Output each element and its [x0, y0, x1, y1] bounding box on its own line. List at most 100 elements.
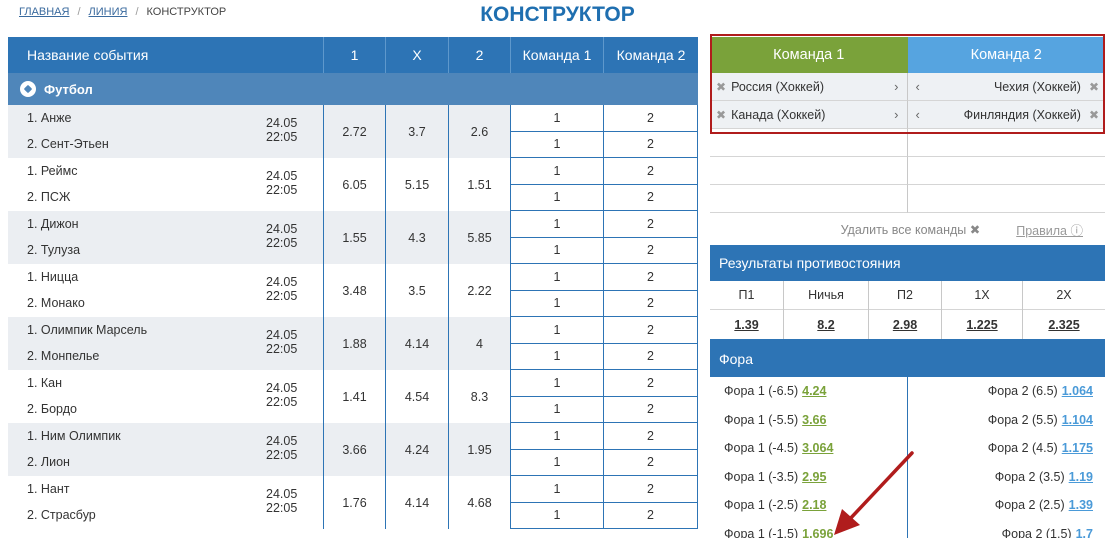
odds-draw[interactable]: 3.7 — [386, 105, 449, 158]
fora-odds-link[interactable]: 1.39 — [1069, 498, 1093, 512]
odds-draw[interactable]: 4.14 — [386, 476, 449, 529]
odds-win1[interactable]: 1.41 — [324, 370, 386, 423]
add-team-a-to-team1-button[interactable]: 1 — [511, 317, 604, 344]
add-team-a-to-team2-button[interactable]: 2 — [604, 370, 698, 397]
fora-odds-link[interactable]: 1.19 — [1069, 470, 1093, 484]
fora-odds-link[interactable]: 2.18 — [802, 498, 826, 512]
remove-icon[interactable]: ✖ — [1089, 80, 1099, 94]
fora-odds-link[interactable]: 1.064 — [1062, 384, 1093, 398]
add-team-a-to-team1-button[interactable]: 1 — [511, 370, 604, 397]
odds-win2[interactable]: 4.68 — [449, 476, 511, 529]
add-team-b-to-team2-button[interactable]: 2 — [604, 502, 698, 529]
add-team-b-to-team2-button[interactable]: 2 — [604, 449, 698, 476]
add-team-b-to-team1-button[interactable]: 1 — [511, 290, 604, 317]
chevron-left-icon[interactable]: ‹ — [916, 107, 920, 122]
fora-odds-link[interactable]: 3.064 — [802, 441, 833, 455]
add-team-a-to-team2-button[interactable]: 2 — [604, 317, 698, 344]
event-name-cell: 1. Ницца 2. Монако 24.05 22:05 — [8, 264, 324, 317]
add-team-b-to-team1-button[interactable]: 1 — [511, 184, 604, 211]
odds-draw[interactable]: 4.54 — [386, 370, 449, 423]
event-time: 22:05 — [266, 183, 298, 197]
tab-team1[interactable]: Команда 1 — [710, 37, 908, 73]
team1-slot[interactable]: ✖ Канада (Хоккей) › — [710, 101, 908, 129]
add-team-a-to-team2-button[interactable]: 2 — [604, 105, 698, 132]
add-team-a-to-team2-button[interactable]: 2 — [604, 264, 698, 291]
add-team-a-to-team1-button[interactable]: 1 — [511, 158, 604, 185]
odds-win2[interactable]: 5.85 — [449, 211, 511, 264]
team1-empty-slot[interactable] — [710, 129, 908, 157]
result-value[interactable]: 2.98 — [869, 310, 941, 339]
fora-odds-link[interactable]: 1.104 — [1062, 413, 1093, 427]
chevron-right-icon[interactable]: › — [894, 107, 898, 122]
result-value[interactable]: 2.325 — [1023, 310, 1105, 339]
odds-win2[interactable]: 8.3 — [449, 370, 511, 423]
remove-icon[interactable]: ✖ — [716, 108, 726, 122]
odds-win1[interactable]: 3.66 — [324, 423, 386, 476]
odds-win1[interactable]: 3.48 — [324, 264, 386, 317]
fora-odds-link[interactable]: 3.66 — [802, 413, 826, 427]
odds-draw[interactable]: 4.14 — [386, 317, 449, 370]
odds-draw[interactable]: 4.3 — [386, 211, 449, 264]
add-team-b-to-team2-button[interactable]: 2 — [604, 237, 698, 264]
add-team-a-to-team2-button[interactable]: 2 — [604, 158, 698, 185]
chevron-right-icon[interactable]: › — [894, 79, 898, 94]
team2-slot[interactable]: ‹ Чехия (Хоккей) ✖ — [907, 73, 1105, 101]
add-team-b-to-team1-button[interactable]: 1 — [511, 449, 604, 476]
add-team-b-to-team2-button[interactable]: 2 — [604, 290, 698, 317]
team1-empty-slot[interactable] — [710, 185, 908, 213]
add-team-b-to-team1-button[interactable]: 1 — [511, 237, 604, 264]
add-team-a-to-team2-button[interactable]: 2 — [604, 476, 698, 503]
add-team-a-to-team1-button[interactable]: 1 — [511, 264, 604, 291]
fora-odds-link[interactable]: 1.175 — [1062, 441, 1093, 455]
odds-win2[interactable]: 4 — [449, 317, 511, 370]
result-value[interactable]: 1.225 — [942, 310, 1022, 339]
result-value[interactable]: 1.39 — [710, 310, 783, 339]
add-team-a-to-team1-button[interactable]: 1 — [511, 423, 604, 450]
odds-win1[interactable]: 6.05 — [324, 158, 386, 211]
add-team-b-to-team2-button[interactable]: 2 — [604, 343, 698, 370]
add-team-b-to-team2-button[interactable]: 2 — [604, 396, 698, 423]
team1-slot[interactable]: ✖ Россия (Хоккей) › — [710, 73, 908, 101]
fora-odds-link[interactable]: 4.24 — [802, 384, 826, 398]
add-team-a-to-team2-button[interactable]: 2 — [604, 423, 698, 450]
team2-empty-slot[interactable] — [907, 185, 1105, 213]
fora-odds-link[interactable]: 2.95 — [802, 470, 826, 484]
add-team-a-to-team1-button[interactable]: 1 — [511, 211, 604, 238]
fora-odds-link[interactable]: 1.7 — [1076, 527, 1093, 538]
odds-win2[interactable]: 2.6 — [449, 105, 511, 158]
event-time: 22:05 — [266, 448, 298, 462]
sport-row-football[interactable]: Футбол — [8, 73, 698, 105]
remove-icon[interactable]: ✖ — [1089, 108, 1099, 122]
tab-team2[interactable]: Команда 2 — [907, 37, 1105, 73]
odds-win1[interactable]: 1.55 — [324, 211, 386, 264]
remove-icon[interactable]: ✖ — [716, 80, 726, 94]
result-value[interactable]: 8.2 — [784, 310, 868, 339]
odds-win1[interactable]: 1.88 — [324, 317, 386, 370]
odds-draw[interactable]: 4.24 — [386, 423, 449, 476]
add-team-b-to-team1-button[interactable]: 1 — [511, 131, 604, 158]
add-team-b-to-team1-button[interactable]: 1 — [511, 343, 604, 370]
add-team-a-to-team1-button[interactable]: 1 — [511, 476, 604, 503]
odds-win2[interactable]: 2.22 — [449, 264, 511, 317]
add-team-b-to-team1-button[interactable]: 1 — [511, 396, 604, 423]
odds-win2[interactable]: 1.95 — [449, 423, 511, 476]
delete-all-button[interactable]: Удалить все команды ✖ — [841, 222, 981, 237]
odds-draw[interactable]: 3.5 — [386, 264, 449, 317]
fora-odds-link[interactable]: 1.696 — [802, 527, 833, 538]
fora-line: Фора 1 (-3.5) 2.95 — [710, 463, 907, 492]
add-team-b-to-team1-button[interactable]: 1 — [511, 502, 604, 529]
odds-win2[interactable]: 1.51 — [449, 158, 511, 211]
team2-slot[interactable]: ‹ Финляндия (Хоккей) ✖ — [907, 101, 1105, 129]
team2-empty-slot[interactable] — [907, 157, 1105, 185]
add-team-a-to-team2-button[interactable]: 2 — [604, 211, 698, 238]
chevron-left-icon[interactable]: ‹ — [916, 79, 920, 94]
odds-win1[interactable]: 1.76 — [324, 476, 386, 529]
add-team-a-to-team1-button[interactable]: 1 — [511, 105, 604, 132]
team1-empty-slot[interactable] — [710, 157, 908, 185]
add-team-b-to-team2-button[interactable]: 2 — [604, 184, 698, 211]
rules-link[interactable]: Правила ⓘ — [1016, 220, 1083, 239]
odds-win1[interactable]: 2.72 — [324, 105, 386, 158]
team2-empty-slot[interactable] — [907, 129, 1105, 157]
add-team-b-to-team2-button[interactable]: 2 — [604, 131, 698, 158]
odds-draw[interactable]: 5.15 — [386, 158, 449, 211]
